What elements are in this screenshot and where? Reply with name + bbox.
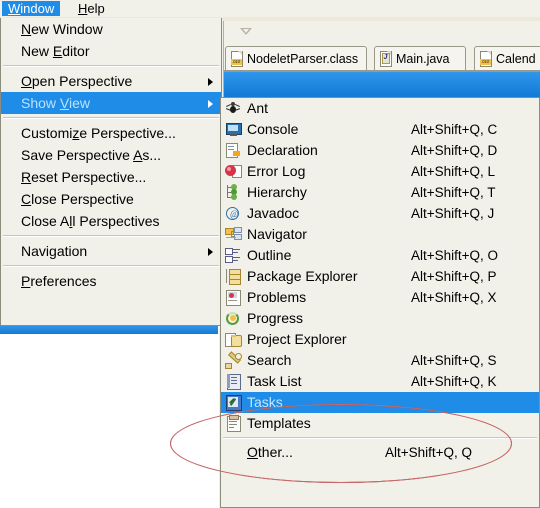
submenu-separator [223, 437, 537, 439]
class-file-icon: 010 [230, 51, 243, 67]
submenu-item-templates[interactable]: Templates [221, 413, 539, 434]
templates-icon [225, 415, 242, 432]
javadoc-icon: @ [225, 205, 242, 222]
submenu-item-label: Console [247, 121, 299, 137]
menu-item-preferences[interactable]: Preferences [1, 270, 221, 292]
menubar-item-window[interactable]: Window [2, 1, 61, 16]
submenu-item-label: Task List [247, 373, 302, 389]
menubar-item-help[interactable]: Help [72, 1, 111, 16]
problems-icon [225, 289, 242, 306]
menu-item-show-view[interactable]: Show View [1, 92, 221, 114]
submenu-item-label: Search [247, 352, 292, 368]
menu-separator [3, 265, 219, 267]
editor-tab-row: 010 NodeletParser.class J Main.java 010 … [222, 44, 540, 71]
submenu-item-label: Package Explorer [247, 268, 358, 284]
menu-item-customize-perspective[interactable]: Customize Perspective... [1, 122, 221, 144]
submenu-item-label: Templates [247, 415, 311, 431]
submenu-item-shortcut: Alt+Shift+Q, J [411, 206, 495, 221]
menu-item-navigation[interactable]: Navigation [1, 240, 221, 262]
menu-separator [3, 117, 219, 119]
submenu-item-shortcut: Alt+Shift+Q, C [411, 122, 498, 137]
error-log-icon [225, 163, 242, 180]
submenu-item-other[interactable]: Other... Alt+Shift+Q, Q [221, 442, 539, 463]
chevron-down-icon-inner [243, 29, 249, 33]
submenu-item-package-explorer[interactable]: Package Explorer Alt+Shift+Q, P [221, 266, 539, 287]
submenu-item-label: Declaration [247, 142, 318, 158]
submenu-item-shortcut: Alt+Shift+Q, O [411, 248, 499, 263]
submenu-item-ant[interactable]: Ant [221, 98, 539, 119]
submenu-item-outline[interactable]: Outline Alt+Shift+Q, O [221, 245, 539, 266]
progress-icon [225, 310, 242, 327]
submenu-item-navigator[interactable]: Navigator [221, 224, 539, 245]
submenu-item-shortcut: Alt+Shift+Q, X [411, 290, 497, 305]
declaration-icon [225, 142, 242, 159]
class-file-icon: 010 [479, 51, 492, 67]
submenu-item-label: Project Explorer [247, 331, 347, 347]
editor-tab-1[interactable]: J Main.java [374, 46, 466, 70]
active-view-header-right [222, 72, 540, 97]
java-file-icon: J [379, 51, 392, 67]
submenu-item-shortcut: Alt+Shift+Q, Q [385, 445, 473, 460]
submenu-item-progress[interactable]: Progress [221, 308, 539, 329]
submenu-item-shortcut: Alt+Shift+Q, P [411, 269, 497, 284]
submenu-item-error-log[interactable]: Error Log Alt+Shift+Q, L [221, 161, 539, 182]
menu-bar: Window Help [0, 0, 540, 17]
submenu-item-console[interactable]: Console Alt+Shift+Q, C [221, 119, 539, 140]
submenu-item-label: Tasks [247, 394, 283, 410]
package-explorer-icon [225, 268, 242, 285]
submenu-item-label: Error Log [247, 163, 306, 179]
submenu-item-label: Navigator [247, 226, 307, 242]
submenu-item-shortcut: Alt+Shift+Q, K [411, 374, 497, 389]
submenu-item-problems[interactable]: Problems Alt+Shift+Q, X [221, 287, 539, 308]
submenu-arrow-icon [208, 248, 213, 256]
menu-item-close-perspective[interactable]: Close Perspective [1, 188, 221, 210]
submenu-item-tasks[interactable]: Tasks [221, 392, 539, 413]
submenu-item-project-explorer[interactable]: Project Explorer [221, 329, 539, 350]
submenu-item-shortcut: Alt+Shift+Q, L [411, 164, 496, 179]
submenu-arrow-icon [208, 100, 213, 108]
submenu-item-shortcut: Alt+Shift+Q, T [411, 185, 496, 200]
editor-tab-label: Calend [496, 51, 536, 66]
show-view-submenu-popup[interactable]: Ant Console Alt+Shift+Q, C Declaration A… [220, 97, 540, 508]
editor-tab-0[interactable]: 010 NodeletParser.class [225, 46, 367, 70]
submenu-item-task-list[interactable]: Task List Alt+Shift+Q, K [221, 371, 539, 392]
submenu-item-label: Outline [247, 247, 292, 263]
submenu-item-label: Other... [247, 444, 293, 460]
screenshot-root: Window Help 010 NodeletParser.class J Ma… [0, 0, 540, 508]
task-list-icon [225, 373, 242, 390]
submenu-item-label: Problems [247, 289, 307, 305]
project-explorer-icon [225, 331, 242, 348]
menu-item-reset-perspective[interactable]: Reset Perspective... [1, 166, 221, 188]
submenu-item-label: Hierarchy [247, 184, 307, 200]
menu-separator [3, 235, 219, 237]
submenu-item-declaration[interactable]: Declaration Alt+Shift+Q, D [221, 140, 539, 161]
submenu-item-shortcut: Alt+Shift+Q, S [411, 353, 497, 368]
submenu-item-shortcut: Alt+Shift+Q, D [411, 143, 498, 158]
menu-item-save-perspective-as[interactable]: Save Perspective As... [1, 144, 221, 166]
submenu-item-javadoc[interactable]: @ Javadoc Alt+Shift+Q, J [221, 203, 539, 224]
ant-icon [225, 100, 242, 117]
editor-toolbar-row [222, 21, 540, 45]
submenu-item-search[interactable]: Search Alt+Shift+Q, S [221, 350, 539, 371]
hierarchy-icon [225, 184, 242, 201]
menu-item-new-editor[interactable]: New Editor [1, 40, 221, 62]
submenu-item-hierarchy[interactable]: Hierarchy Alt+Shift+Q, T [221, 182, 539, 203]
menu-item-open-perspective[interactable]: Open Perspective [1, 70, 221, 92]
submenu-arrow-icon [208, 78, 213, 86]
menu-item-close-all-perspectives[interactable]: Close All Perspectives [1, 210, 221, 232]
editor-tab-label: Main.java [396, 51, 450, 66]
outline-icon [225, 247, 242, 264]
tasks-icon [225, 394, 242, 411]
navigator-icon [225, 226, 242, 243]
search-icon [225, 351, 242, 369]
menu-item-new-window[interactable]: New Window [1, 18, 221, 40]
editor-tab-2[interactable]: 010 Calend [474, 46, 540, 70]
console-icon [225, 121, 242, 138]
editor-tab-label: NodeletParser.class [247, 51, 359, 66]
menu-separator [3, 65, 219, 67]
window-menu-popup[interactable]: New Window New Editor Open Perspective S… [0, 18, 222, 326]
submenu-item-label: Progress [247, 310, 304, 326]
submenu-item-label: Ant [247, 100, 269, 116]
submenu-item-label: Javadoc [247, 205, 300, 221]
